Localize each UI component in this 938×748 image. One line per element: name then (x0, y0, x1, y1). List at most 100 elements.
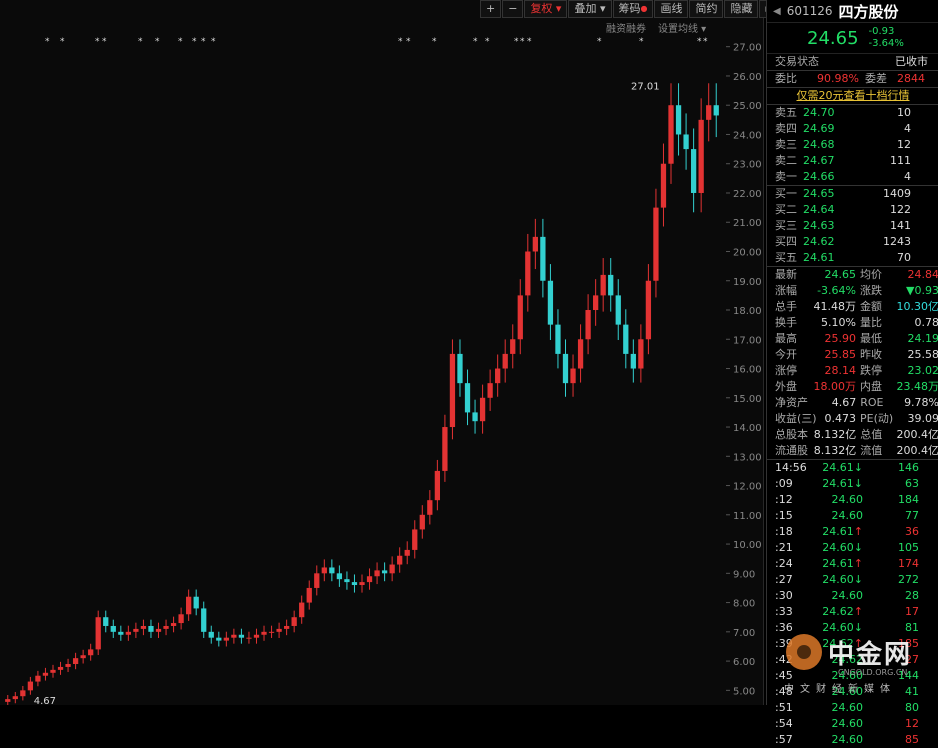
chart-sublinks: 融资融券 设置均线 ▾ (606, 20, 706, 35)
watermark-sub: 中文财经新媒体 (784, 684, 896, 695)
event-marker-icon: * (60, 37, 65, 47)
bid-volume: 141 (890, 219, 911, 232)
tick-time: :15 (775, 509, 793, 522)
candle-body (517, 295, 523, 340)
candle-body (148, 625, 154, 632)
event-marker-icon: * (406, 37, 411, 47)
event-marker-icon: * (178, 37, 183, 47)
candle-body (216, 637, 222, 641)
stats-row: 涨幅 -3.64% 涨跌 ▼0.93 (767, 283, 938, 299)
candle-body (133, 628, 139, 632)
bid-price: 24.62 (803, 235, 835, 248)
stat-value: 200.4亿 (896, 444, 938, 457)
candle-body (208, 631, 214, 638)
stats-row: 外盘 18.00万 内盘 23.48万 (767, 379, 938, 395)
candle-body (336, 573, 343, 580)
candle-body (50, 669, 56, 673)
y-tick-label: 12.00 (733, 482, 762, 493)
ma-settings-link[interactable]: 设置均线 ▾ (658, 20, 706, 35)
candle-body (381, 570, 388, 574)
bid-row: 买一 24.65 1409 (767, 186, 938, 202)
adjust-label: 复权 (530, 2, 553, 15)
margin-trading-link[interactable]: 融资融券 (606, 20, 646, 35)
ask-row: 卖一 24.66 4 (767, 169, 938, 185)
tick-arrow-icon: ↓ (853, 541, 863, 554)
candle-body (464, 383, 471, 413)
y-tick-label: 14.00 (733, 423, 762, 434)
tick-price: 24.61↑ (822, 525, 863, 538)
tick-time: :27 (775, 573, 793, 586)
event-marker-icon: * (201, 37, 206, 47)
tick-row: :15 24.60 77 (767, 508, 938, 524)
y-tick-label: 10.00 (733, 540, 762, 551)
ask-price: 24.66 (803, 170, 835, 183)
stat-label: 流值 (860, 444, 883, 457)
zoom-out-button[interactable]: − (502, 0, 524, 18)
adjust-button[interactable]: 复权 ▾ (524, 0, 568, 18)
tick-price: 24.61↓ (822, 477, 863, 490)
chart-toolbar: + − 复权 ▾ 叠加 ▾ 筹码● 画线 简约 隐藏 ▸▸ ⛶ (480, 0, 804, 18)
candle-body (389, 564, 395, 574)
stat-value: 24.19 (907, 332, 938, 345)
bid-volume: 1243 (883, 235, 911, 248)
chips-label: 筹码 (618, 2, 641, 15)
brief-button[interactable]: 简约 (689, 0, 724, 18)
stat-label: 量比 (859, 316, 882, 329)
chips-button[interactable]: 筹码● (612, 0, 654, 18)
stat-label: 今开 (775, 348, 797, 361)
candle-body (690, 149, 697, 193)
hide-button[interactable]: 隐藏 (724, 0, 759, 18)
level2-promo-link[interactable]: 仅需20元查看十档行情 (767, 87, 938, 104)
ask-volume: 4 (904, 122, 911, 135)
candlestick-chart[interactable]: 27.00 26.00 25.00 24.00 23.00 22.00 21.00 20.00… (0, 0, 764, 705)
tick-volume: 184 (898, 493, 919, 506)
y-tick-label: 11.00 (733, 511, 762, 522)
y-tick-label: 13.00 (733, 452, 762, 463)
ask-price: 24.70 (803, 106, 835, 119)
tick-row: :18 24.61↑ 36 (767, 524, 938, 540)
candle-body (186, 596, 192, 615)
candle-body (276, 628, 282, 632)
stat-label: 涨跌 (859, 284, 882, 297)
candle-body (65, 664, 71, 667)
candle-body (155, 628, 162, 632)
high-price-label: 27.01 (631, 81, 660, 92)
y-tick-label: 16.00 (733, 365, 762, 376)
event-marker-icon: * (211, 37, 216, 47)
candle-body (442, 427, 448, 471)
ask-row: 卖三 24.68 12 (767, 137, 938, 153)
candle-body (110, 625, 116, 632)
stat-label: 收益(三) (775, 412, 817, 425)
stat-label: 最低 (859, 332, 882, 345)
candle-body (359, 582, 365, 586)
candle-body (344, 579, 350, 583)
stats-row: 流通股 8.132亿 流值 200.4亿 (767, 443, 938, 459)
ask-row: 卖二 24.67 111 (767, 153, 938, 169)
tick-volume: 77 (905, 509, 919, 522)
draw-button[interactable]: 画线 (654, 0, 689, 18)
candle-body (397, 555, 403, 565)
tick-arrow-icon: ↑ (853, 525, 863, 538)
stat-value: 28.14 (824, 364, 856, 377)
kline-chart-area[interactable]: 27.00 26.00 25.00 24.00 23.00 22.00 21.00 20.00… (0, 0, 804, 705)
candle-body (88, 649, 94, 656)
event-marker-icon: * (95, 37, 100, 47)
event-marker-icon: * (527, 37, 532, 47)
tick-arrow-icon: ↓ (853, 573, 863, 586)
stat-value: 0.78 (914, 316, 938, 329)
tick-time: :57 (775, 733, 793, 746)
overlay-button[interactable]: 叠加 ▾ (568, 0, 612, 18)
ask-volume: 4 (904, 170, 911, 183)
stat-value: 24.84 (907, 268, 938, 281)
weicha-value: 2844 (897, 72, 925, 85)
status-label: 交易状态 (775, 55, 819, 68)
brand-logo-icon (786, 634, 822, 670)
tick-price: 24.60 (831, 509, 864, 522)
candle-body (472, 412, 478, 422)
stat-value: 23.48万 (896, 380, 938, 393)
candle-body (12, 696, 18, 700)
y-tick-label: 18.00 (733, 306, 762, 317)
stat-value: 10.30亿 (896, 300, 938, 313)
prev-stock-icon[interactable]: ◀ (773, 6, 781, 17)
zoom-in-button[interactable]: + (480, 0, 502, 18)
